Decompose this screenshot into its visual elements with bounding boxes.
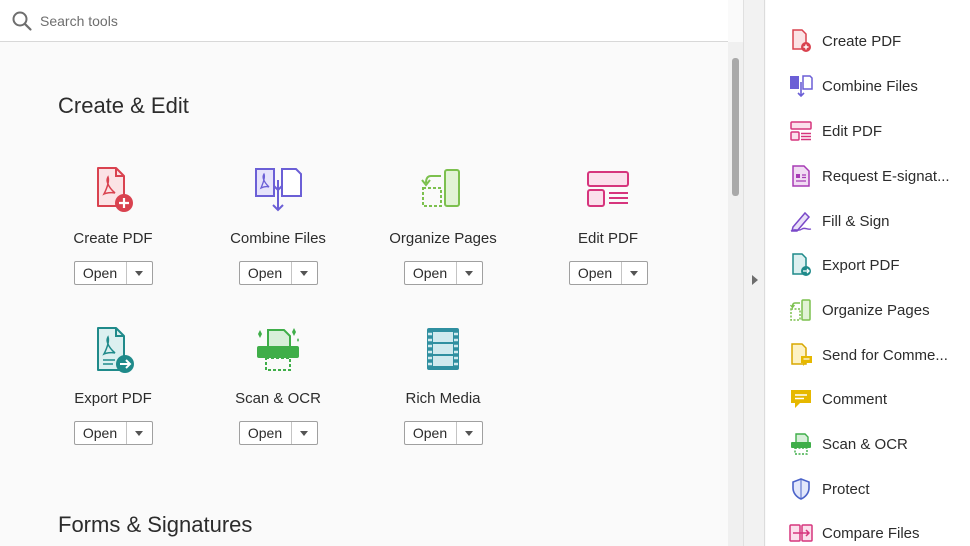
sidebar-item-label: Create PDF [822,32,902,50]
tool-edit-pdf: Edit PDF Open [538,166,678,285]
organize-pages-icon [421,169,460,207]
tool-label: Edit PDF [577,230,638,247]
sidebar-item-edit-pdf[interactable]: Edit PDF [789,117,970,145]
tool-label: Create PDF [73,230,153,247]
open-button-label[interactable]: Open [75,422,127,444]
fill-sign-icon [790,211,812,232]
tool-export-pdf: Export PDF Open [43,326,183,445]
combine-files-icon [790,75,813,98]
open-button-label[interactable]: Open [405,422,457,444]
sidebar-item-fill-sign[interactable]: Fill & Sign [789,207,970,235]
sidebar-item-send-for-comments[interactable]: Send for Comme... [789,341,970,369]
chevron-down-icon [300,270,308,276]
open-button[interactable]: Open [238,421,318,445]
combine-files-icon [255,168,302,212]
sidebar-item-comment[interactable]: Comment [789,385,970,413]
sidebar-item-label: Edit PDF [822,122,883,140]
sidebar-item-label: Export PDF [822,256,900,274]
scan-ocr-icon [257,328,299,371]
open-button[interactable]: Open [73,261,153,285]
tool-label: Combine Files [230,230,326,247]
collapse-panel-button[interactable] [744,268,766,292]
chevron-down-icon [300,430,308,436]
tool-label: Scan & OCR [235,390,321,407]
open-options-button[interactable] [622,262,647,284]
edit-pdf-icon [790,121,812,141]
tool-label: Export PDF [74,390,152,407]
sidebar-item-label: Request E-signat... [822,167,950,185]
open-button[interactable]: Open [403,261,483,285]
tools-sidebar: Create PDF Combine Files Edit PDF Reques… [766,0,970,546]
search-icon [12,11,32,31]
open-options-button[interactable] [292,422,317,444]
export-pdf-icon [792,253,811,276]
export-pdf-icon [97,327,134,373]
open-button[interactable]: Open [238,261,318,285]
sidebar-item-label: Comment [822,390,888,408]
chevron-down-icon [465,270,473,276]
sidebar-item-create-pdf[interactable]: Create PDF [789,27,970,55]
open-button-label[interactable]: Open [75,262,127,284]
send-for-comments-icon [791,343,812,366]
chevron-down-icon [135,430,143,436]
tool-create-pdf: Create PDF Open [43,166,183,285]
tool-label: Organize Pages [389,230,497,247]
request-esignature-icon [792,165,810,187]
open-options-button[interactable] [127,422,152,444]
sidebar-item-compare-files[interactable]: Compare Files [789,519,970,546]
open-options-button[interactable] [127,262,152,284]
compare-files-icon [789,524,813,542]
tool-label: Rich Media [405,390,481,407]
tool-combine-files: Combine Files Open [208,166,348,285]
tool-scan-ocr: Scan & OCR Open [208,326,348,445]
chevron-down-icon [630,270,638,276]
sidebar-item-label: Compare Files [822,524,920,542]
panel-collapse-rail [743,0,765,546]
sidebar-item-organize-pages[interactable]: Organize Pages [789,296,970,324]
scrollbar-thumb[interactable] [732,58,739,196]
section-title-create-edit: Create & Edit [58,93,189,118]
sidebar-item-protect[interactable]: Protect [789,475,970,503]
create-pdf-icon [792,29,811,52]
open-button[interactable]: Open [403,421,483,445]
create-pdf-icon [97,167,133,212]
open-button-label[interactable]: Open [405,262,457,284]
organize-pages-icon [789,299,811,321]
sidebar-item-request-esignatures[interactable]: Request E-signat... [789,162,970,190]
open-button[interactable]: Open [73,421,153,445]
sidebar-item-export-pdf[interactable]: Export PDF [789,251,970,279]
sidebar-item-label: Combine Files [822,77,918,95]
sidebar-item-label: Fill & Sign [822,212,890,230]
chevron-down-icon [465,430,473,436]
chevron-down-icon [135,270,143,276]
open-options-button[interactable] [292,262,317,284]
open-options-button[interactable] [457,422,482,444]
sidebar-item-combine-files[interactable]: Combine Files [789,72,970,100]
tool-rich-media: Rich Media Open [373,326,513,445]
comment-icon [791,390,811,408]
section-title-forms-signatures: Forms & Signatures [58,512,253,537]
scan-ocr-icon [791,433,811,455]
edit-pdf-icon [587,171,629,207]
rich-media-icon [427,328,459,370]
open-button-label[interactable]: Open [240,262,292,284]
sidebar-item-label: Organize Pages [822,301,930,319]
chevron-right-icon [752,275,758,285]
search-input[interactable] [40,12,640,29]
open-button-label[interactable]: Open [240,422,292,444]
sidebar-item-label: Scan & OCR [822,435,908,453]
open-options-button[interactable] [457,262,482,284]
search-bar [0,0,728,42]
tool-organize-pages: Organize Pages Open [373,166,513,285]
sidebar-item-scan-ocr[interactable]: Scan & OCR [789,430,970,458]
open-button-label[interactable]: Open [570,262,622,284]
shield-icon [792,478,810,500]
open-button[interactable]: Open [568,261,648,285]
sidebar-item-label: Send for Comme... [822,346,948,364]
sidebar-item-label: Protect [822,480,870,498]
